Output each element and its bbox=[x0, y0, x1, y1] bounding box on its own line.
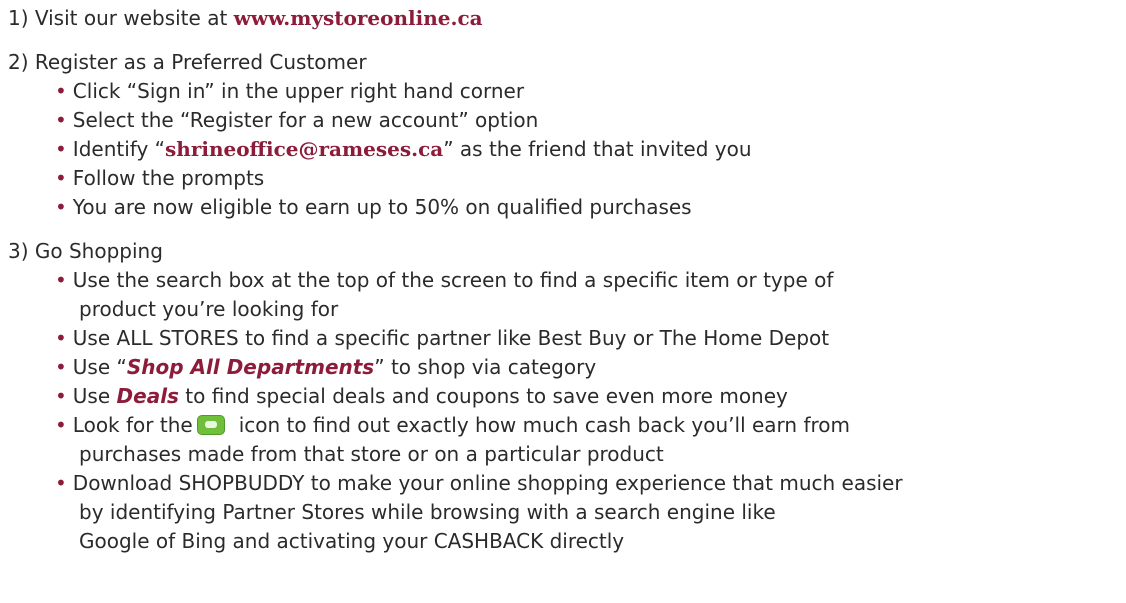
list-item-text: Look for the bbox=[72, 413, 193, 437]
step-1: 1) Visit our website at www.mystoreonlin… bbox=[8, 4, 483, 32]
list-item-text: Use “ bbox=[72, 355, 127, 379]
list-item-text: Follow the prompts bbox=[72, 166, 265, 190]
list-item: • Use the search box at the top of the sc… bbox=[55, 266, 833, 294]
list-item: • Look for the icon to find out exactly ho… bbox=[55, 411, 850, 439]
list-item-continuation: product you’re looking for bbox=[79, 297, 339, 321]
bullet-icon: • bbox=[55, 355, 67, 379]
bullet-icon: • bbox=[55, 471, 67, 495]
bullet-icon: • bbox=[55, 137, 67, 161]
list-item-text: ” as the friend that invited you bbox=[443, 137, 752, 161]
list-item-text: Identify “ bbox=[72, 137, 166, 161]
list-item: • Use Deals to find special deals and cou… bbox=[55, 382, 788, 410]
deals-text: Deals bbox=[116, 384, 179, 408]
list-item-continuation: by identifying Partner Stores while brow… bbox=[79, 500, 776, 524]
list-item-text: Use the search box at the top of the scr… bbox=[72, 268, 834, 292]
list-item-continuation: purchases made from that store or on a p… bbox=[79, 442, 664, 466]
step-1-text: 1) Visit our website at bbox=[8, 6, 234, 30]
list-item-text: Use bbox=[72, 384, 117, 408]
bullet-icon: • bbox=[55, 326, 67, 350]
step-2-title: 2) Register as a Preferred Customer bbox=[8, 50, 367, 74]
bullet-icon: • bbox=[55, 384, 67, 408]
shop-all-departments-text: Shop All Departments bbox=[126, 355, 375, 379]
bullet-icon: • bbox=[55, 413, 67, 437]
list-item: • Follow the prompts bbox=[55, 164, 264, 192]
list-item: • Identify “shrineoffice@rameses.ca” as t… bbox=[55, 135, 752, 163]
list-item-text: Use ALL STORES to find a specific partne… bbox=[72, 326, 830, 350]
list-item: • Select the “Register for a new account”… bbox=[55, 106, 538, 134]
list-item: • Click “Sign in” in the upper right hand… bbox=[55, 77, 524, 105]
list-item-continuation: Google of Bing and activating your CASHB… bbox=[79, 529, 625, 553]
instructions-document: 1) Visit our website at www.mystoreonlin… bbox=[0, 0, 1126, 603]
list-item-text: Select the “Register for a new account” … bbox=[72, 108, 539, 132]
list-item-text: Click “Sign in” in the upper right hand … bbox=[72, 79, 525, 103]
bullet-icon: • bbox=[55, 195, 67, 219]
email-link[interactable]: shrineoffice@rameses.ca bbox=[165, 137, 443, 161]
bullet-icon: • bbox=[55, 79, 67, 103]
list-item-text: You are now eligible to earn up to 50% o… bbox=[72, 195, 692, 219]
list-item: • Use “Shop All Departments” to shop via … bbox=[55, 353, 596, 381]
bullet-icon: • bbox=[55, 268, 67, 292]
bullet-icon: • bbox=[55, 166, 67, 190]
step-3-title: 3) Go Shopping bbox=[8, 239, 163, 263]
list-item-text: to find special deals and coupons to sav… bbox=[178, 384, 788, 408]
list-item: • Download SHOPBUDDY to make your online … bbox=[55, 469, 903, 497]
list-item-text: Download SHOPBUDDY to make your online s… bbox=[72, 471, 903, 495]
list-item-text: icon to find out exactly how much cash b… bbox=[238, 413, 851, 437]
bullet-icon: • bbox=[55, 108, 67, 132]
cashback-icon bbox=[196, 415, 225, 435]
list-item: • Use ALL STORES to find a specific partn… bbox=[55, 324, 829, 352]
list-item-text: ” to shop via category bbox=[374, 355, 597, 379]
list-item: • You are now eligible to earn up to 50% … bbox=[55, 193, 692, 221]
website-link[interactable]: www.mystoreonline.ca bbox=[234, 6, 483, 30]
